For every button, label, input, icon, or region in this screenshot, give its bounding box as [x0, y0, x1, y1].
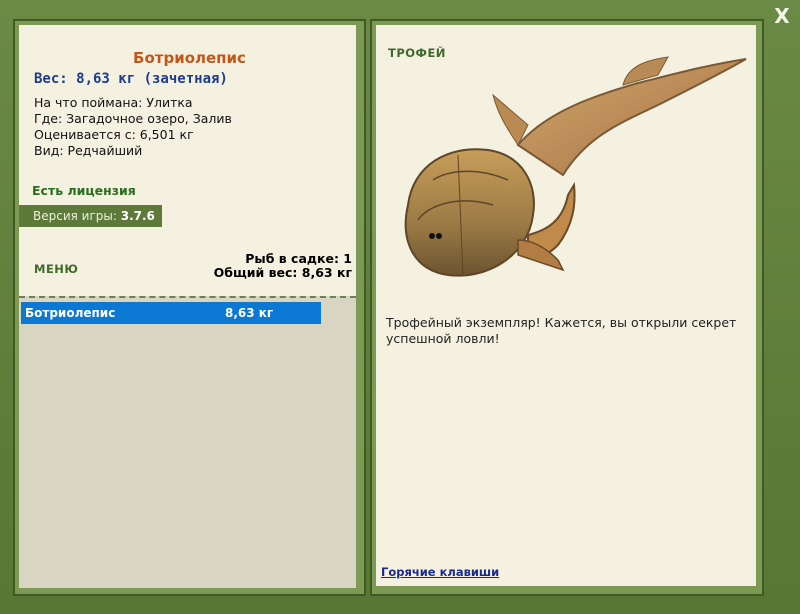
keepnet-stats: Рыб в садке: 1 Общий вес: 8,63 кг — [214, 252, 352, 280]
fish-illustration — [404, 56, 747, 277]
total-weight: Общий вес: 8,63 кг — [213, 265, 352, 280]
list-item[interactable]: Ботриолепис 8,63 кг — [21, 302, 321, 324]
keepnet-list — [19, 296, 356, 588]
fish-weight: Вес: 8,63 кг (зачетная) — [34, 71, 228, 87]
game-version: Версия игры: 3.7.6 — [19, 205, 162, 227]
hotkeys-link[interactable]: Горячие клавиши — [381, 565, 499, 579]
fish-valued-from: Оценивается с: 6,501 кг — [34, 127, 194, 142]
fish-location: Где: Загадочное озеро, Залив — [34, 111, 232, 126]
fish-bait: На что поймана: Улитка — [34, 95, 193, 110]
list-item-weight: 8,63 кг — [225, 306, 274, 320]
fish-count: Рыб в садке: 1 — [245, 251, 352, 266]
list-item-name: Ботриолепис — [25, 306, 116, 320]
trophy-description: Трофейный экземпляр! Кажется, вы открыли… — [386, 315, 737, 346]
close-icon[interactable]: X — [770, 4, 794, 28]
menu-button[interactable]: МЕНЮ — [34, 262, 78, 276]
fish-kind: Вид: Редчайший — [34, 143, 143, 158]
fish-name: Ботриолепис — [133, 49, 246, 67]
version-label: Версия игры: — [33, 209, 117, 223]
license-status: Есть лицензия — [32, 183, 136, 198]
version-value: 3.7.6 — [120, 209, 155, 223]
